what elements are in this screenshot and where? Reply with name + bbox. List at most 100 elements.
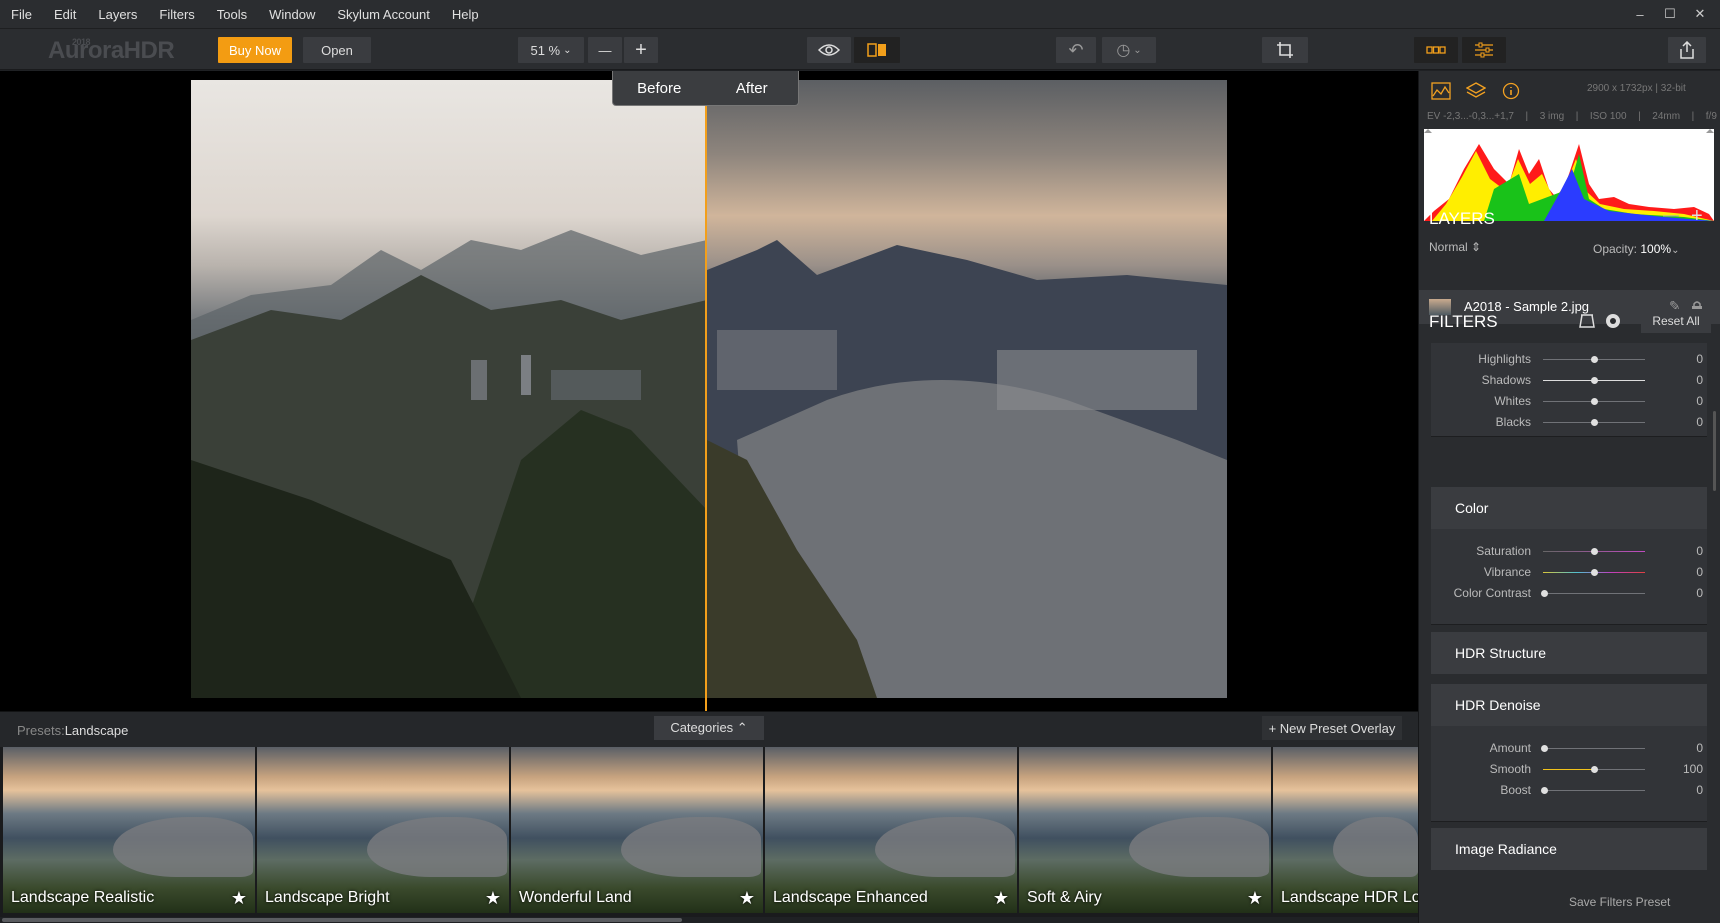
- eye-icon: [818, 44, 840, 56]
- split-view-icon: [867, 43, 886, 57]
- slider-value: 0: [1696, 565, 1703, 579]
- share-icon: [1680, 41, 1694, 59]
- sliders-icon: [1475, 42, 1493, 58]
- presets-panel-button[interactable]: [1414, 37, 1458, 63]
- slider-value: 0: [1696, 741, 1703, 755]
- menu-layers[interactable]: Layers: [87, 7, 148, 22]
- preset-thumbnail[interactable]: Wonderful Land ★: [511, 747, 763, 913]
- slider-value: 0: [1696, 586, 1703, 600]
- saturation-slider[interactable]: Saturation 0: [1431, 541, 1707, 562]
- vibrance-slider[interactable]: Vibrance 0: [1431, 562, 1707, 583]
- menu-tools[interactable]: Tools: [206, 7, 258, 22]
- star-icon[interactable]: ★: [231, 888, 247, 909]
- crop-button[interactable]: [1262, 37, 1308, 63]
- zoom-out-button[interactable]: —: [588, 37, 622, 63]
- image-radiance-header[interactable]: Image Radiance: [1431, 828, 1707, 870]
- menu-filters[interactable]: Filters: [148, 7, 205, 22]
- split-handle[interactable]: [705, 71, 707, 711]
- adjustments-panel-button[interactable]: [1462, 37, 1506, 63]
- opacity-control[interactable]: Opacity: 100%⌄: [1593, 242, 1679, 256]
- window-controls: – ☐ ✕: [1628, 0, 1712, 28]
- hdr-structure-header[interactable]: HDR Structure: [1431, 632, 1707, 674]
- new-preset-overlay-button[interactable]: + New Preset Overlay: [1262, 716, 1402, 740]
- save-filters-preset-button[interactable]: Save Filters Preset: [1569, 895, 1670, 909]
- hdr-denoise-header[interactable]: HDR Denoise: [1431, 684, 1707, 726]
- histogram-tab[interactable]: [1429, 79, 1453, 103]
- preset-thumbnail[interactable]: Landscape HDR Loo: [1273, 747, 1418, 913]
- categories-button[interactable]: Categories ⌃: [654, 716, 764, 740]
- blend-mode-select[interactable]: Normal ⇕: [1429, 240, 1481, 254]
- menu-window[interactable]: Window: [258, 7, 326, 22]
- menu-edit[interactable]: Edit: [43, 7, 87, 22]
- logo-year: 2018: [72, 37, 91, 47]
- history-button[interactable]: ◷ ⌄: [1102, 37, 1156, 63]
- compare-view-button[interactable]: [854, 37, 900, 63]
- slider-label: Blacks: [1495, 415, 1531, 429]
- before-image: [191, 80, 707, 698]
- exif-focal: 24mm: [1652, 111, 1681, 122]
- chevron-down-icon: ⌄: [1671, 245, 1680, 256]
- star-icon[interactable]: ★: [739, 888, 755, 909]
- filters-scrollbar[interactable]: [1713, 411, 1716, 491]
- menu-file[interactable]: File: [0, 7, 43, 22]
- exif-ev: EV -2,3...-0,3...+1,7: [1427, 111, 1514, 122]
- close-window-button[interactable]: ✕: [1688, 6, 1712, 22]
- history-icon: ◷: [1116, 42, 1131, 59]
- exif-separator: |: [1638, 111, 1641, 122]
- exif-images: 3 img: [1539, 111, 1565, 122]
- color-contrast-slider[interactable]: Color Contrast 0: [1431, 583, 1707, 604]
- minimize-button[interactable]: –: [1628, 7, 1652, 22]
- slider-label: Highlights: [1478, 352, 1531, 366]
- preset-thumbnails: Landscape Realistic ★ Landscape Bright ★ W…: [0, 747, 1418, 917]
- highlights-slider[interactable]: Highlights 0: [1431, 349, 1707, 370]
- preset-thumbnail[interactable]: Landscape Realistic ★: [3, 747, 255, 913]
- zoom-in-button[interactable]: +: [624, 37, 658, 63]
- opacity-value: 100%: [1640, 242, 1672, 256]
- remove-layer-button[interactable]: —: [1663, 207, 1679, 225]
- buy-now-button[interactable]: Buy Now: [218, 37, 292, 63]
- thumbnails-scrollbar[interactable]: [0, 917, 1418, 923]
- preset-name: Landscape Enhanced: [773, 889, 928, 906]
- preview-toggle-button[interactable]: [807, 37, 851, 63]
- star-icon[interactable]: ★: [1247, 888, 1263, 909]
- menu-skylum-account[interactable]: Skylum Account: [326, 7, 441, 22]
- preset-thumbnail[interactable]: Landscape Enhanced ★: [765, 747, 1017, 913]
- mask-icon[interactable]: [1578, 313, 1596, 329]
- maximize-button[interactable]: ☐: [1658, 6, 1682, 22]
- preset-name: Landscape Bright: [265, 889, 390, 906]
- blacks-slider[interactable]: Blacks 0: [1431, 412, 1707, 433]
- layers-tab[interactable]: [1464, 79, 1488, 103]
- zoom-dropdown[interactable]: 51 % ⌄: [518, 37, 584, 63]
- add-layer-button[interactable]: +: [1691, 205, 1703, 228]
- open-button[interactable]: Open: [303, 37, 371, 63]
- slider-value: 0: [1696, 415, 1703, 429]
- star-icon[interactable]: ★: [485, 888, 501, 909]
- info-tab[interactable]: [1499, 79, 1523, 103]
- reset-all-button[interactable]: Reset All: [1641, 309, 1711, 333]
- logo-text: AuroraHDR: [48, 37, 175, 64]
- color-filter-header[interactable]: Color: [1431, 487, 1707, 529]
- menu-help[interactable]: Help: [441, 7, 490, 22]
- zoom-value: 51 %: [530, 42, 561, 58]
- smooth-slider[interactable]: Smooth 100: [1431, 759, 1707, 780]
- right-panel: 2900 x 1732px | 32-bit EV -2,3...-0,3...…: [1418, 71, 1720, 923]
- share-button[interactable]: [1668, 37, 1706, 63]
- preset-thumbnail[interactable]: Soft & Airy ★: [1019, 747, 1271, 913]
- before-label: Before: [637, 79, 682, 97]
- slider-label: Shadows: [1481, 373, 1531, 387]
- preset-thumbnail[interactable]: Landscape Bright ★: [257, 747, 509, 913]
- slider-label: Boost: [1500, 783, 1531, 797]
- undo-button[interactable]: ↶: [1056, 37, 1096, 63]
- whites-slider[interactable]: Whites 0: [1431, 391, 1707, 412]
- image-canvas[interactable]: Before After: [0, 71, 1418, 711]
- updown-icon: ⇕: [1471, 240, 1482, 254]
- boost-slider[interactable]: Boost 0: [1431, 780, 1707, 801]
- exif-aperture: f/9: [1705, 111, 1717, 122]
- star-icon[interactable]: ★: [993, 888, 1009, 909]
- amount-slider[interactable]: Amount 0: [1431, 738, 1707, 759]
- chevron-down-icon: ⌄: [1133, 44, 1142, 56]
- opacity-label: Opacity:: [1593, 242, 1638, 256]
- filter-catalog-icon[interactable]: [1605, 313, 1621, 329]
- exif-separator: |: [1525, 111, 1529, 122]
- shadows-slider[interactable]: Shadows 0: [1431, 370, 1707, 391]
